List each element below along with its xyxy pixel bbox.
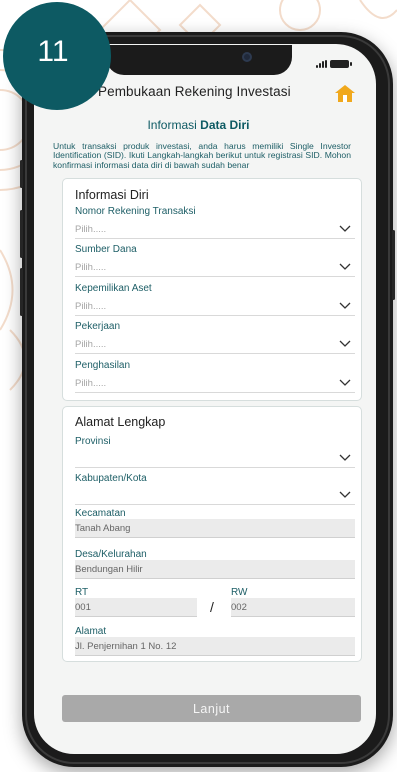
account-number-placeholder: Pilih..... [75,224,107,235]
account-number-label: Nomor Rekening Transaksi [75,206,196,217]
rt-rw-separator: / [210,599,214,615]
regency-label: Kabupaten/Kota [75,473,147,484]
district-field: Tanah Abang [75,519,355,538]
district-label: Kecamatan [75,508,126,519]
occupation-label: Pekerjaan [75,321,121,332]
street-address-value: Jl. Penjernihan 1 No. 12 [75,641,177,652]
section-title: Informasi Data Diri [0,118,397,132]
rw-label: RW [231,587,248,598]
sid-info-text: Untuk transaksi produk investasi, anda h… [53,141,351,170]
rw-value: 002 [231,602,247,613]
chevron-down-icon [339,379,351,386]
district-value: Tanah Abang [75,523,131,534]
rt-label: RT [75,587,89,598]
signal-icon [316,60,327,68]
status-bar-icons [316,60,352,68]
rw-field: 002 [231,598,355,617]
home-icon[interactable] [334,84,356,103]
page-title: Pembukaan Rekening Investasi [98,84,291,99]
village-value: Bendungan Hilir [75,564,143,575]
income-placeholder: Pilih..... [75,378,107,389]
income-label: Penghasilan [75,360,131,371]
phone-power-button [392,230,395,300]
asset-ownership-select[interactable]: Pilih..... [75,298,355,316]
personal-info-title: Informasi Diri [75,188,149,202]
fund-source-select[interactable]: Pilih..... [75,259,355,277]
village-field: Bendungan Hilir [75,560,355,579]
account-number-select[interactable]: Pilih..... [75,221,355,239]
street-address-field: Jl. Penjernihan 1 No. 12 [75,637,355,656]
chevron-down-icon [339,302,351,309]
chevron-down-icon [339,263,351,270]
occupation-placeholder: Pilih..... [75,339,107,350]
province-select[interactable] [75,450,355,468]
fund-source-label: Sumber Dana [75,244,137,255]
fund-source-placeholder: Pilih..... [75,262,107,273]
section-title-prefix: Informasi [147,118,201,132]
regency-select[interactable] [75,487,355,505]
phone-volume-up-button [20,210,23,258]
chevron-down-icon [339,491,351,498]
phone-volume-down-button [20,268,23,316]
personal-info-card: Informasi Diri Nomor Rekening Transaksi … [62,178,362,401]
chevron-down-icon [339,225,351,232]
continue-button[interactable]: Lanjut [62,695,361,722]
street-address-label: Alamat [75,626,107,637]
chevron-down-icon [339,340,351,347]
province-label: Provinsi [75,436,111,447]
income-select[interactable]: Pilih..... [75,375,355,393]
rt-value: 001 [75,602,91,613]
phone-notch [106,45,292,75]
chevron-down-icon [339,454,351,461]
occupation-select[interactable]: Pilih..... [75,336,355,354]
section-title-bold: Data Diri [200,118,250,132]
phone-side-button [20,160,23,188]
rt-field: 001 [75,598,197,617]
step-number-badge: 11 [3,2,111,110]
asset-ownership-label: Kepemilikan Aset [75,283,152,294]
battery-icon [330,60,352,68]
asset-ownership-placeholder: Pilih..... [75,301,107,312]
address-card: Alamat Lengkap Provinsi Kabupaten/Kota K… [62,406,362,662]
address-title: Alamat Lengkap [75,415,166,429]
camera-icon [242,52,252,62]
village-label: Desa/Kelurahan [75,549,147,560]
